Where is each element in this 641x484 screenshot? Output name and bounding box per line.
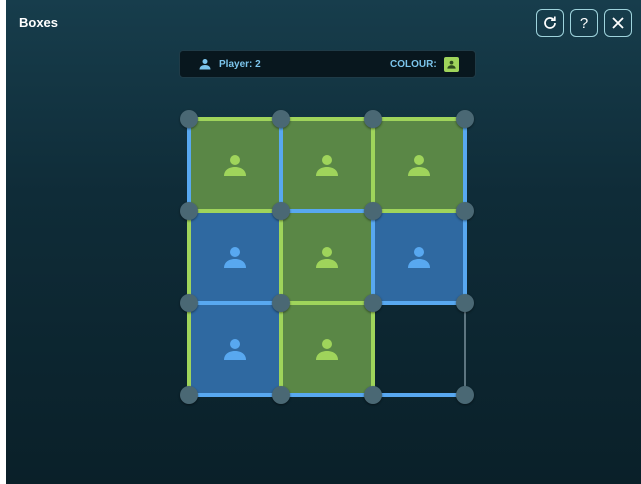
v-edge <box>463 119 467 211</box>
player-2-icon <box>224 155 246 176</box>
grid-dot <box>364 110 382 128</box>
h-edge <box>373 301 465 305</box>
player-icon <box>199 59 211 70</box>
help-button[interactable]: ? <box>570 9 598 37</box>
player-1-icon <box>408 247 430 268</box>
player-1-icon <box>224 339 246 360</box>
h-edge <box>281 393 373 397</box>
h-edge <box>281 209 373 213</box>
grid-dot <box>272 202 290 220</box>
v-edge <box>279 119 283 211</box>
h-edge <box>281 117 373 121</box>
player-2-icon <box>316 247 338 268</box>
refresh-icon <box>544 16 556 29</box>
h-edge <box>373 117 465 121</box>
player-2-icon <box>408 155 430 176</box>
box-player-2 <box>373 119 465 211</box>
box-player-2 <box>189 119 281 211</box>
status-bar: Player: 2 COLOUR: <box>179 50 476 78</box>
h-edge <box>189 393 281 397</box>
grid-dot <box>364 202 382 220</box>
grid-dot <box>272 110 290 128</box>
player-label: Player: 2 <box>219 59 261 70</box>
grid-dot <box>180 294 198 312</box>
close-icon <box>612 17 624 29</box>
v-edge <box>371 303 375 395</box>
player-2-icon <box>316 155 338 176</box>
grid-dot <box>272 386 290 404</box>
app-title: Boxes <box>19 15 59 30</box>
colour-swatch <box>444 57 459 72</box>
close-button[interactable] <box>604 9 632 37</box>
colour-label: COLOUR: <box>390 59 437 70</box>
h-edge <box>373 209 465 213</box>
box-empty <box>373 303 465 395</box>
v-edge <box>463 211 467 303</box>
v-edge <box>187 119 191 211</box>
v-edge <box>187 303 191 395</box>
grid-dot <box>456 110 474 128</box>
v-edge <box>371 211 375 303</box>
v-edge <box>279 303 283 395</box>
h-edge <box>189 209 281 213</box>
grid-dot <box>364 386 382 404</box>
grid-dot <box>456 386 474 404</box>
box-player-1 <box>189 303 281 395</box>
v-edge <box>279 211 283 303</box>
game-window: Boxes ? Player: 2 COLOUR: <box>6 0 641 484</box>
box-player-2 <box>281 119 373 211</box>
restart-button[interactable] <box>536 9 564 37</box>
grid-dot <box>272 294 290 312</box>
box-player-1 <box>189 211 281 303</box>
grid-dot <box>456 294 474 312</box>
box-player-2 <box>281 303 373 395</box>
player-2-icon <box>316 339 338 360</box>
h-edge <box>373 393 465 397</box>
v-edge <box>187 211 191 303</box>
grid-dot <box>364 294 382 312</box>
player-1-icon <box>224 247 246 268</box>
v-edge <box>371 119 375 211</box>
h-edge <box>189 117 281 121</box>
player-colour-icon <box>447 60 456 69</box>
h-edge <box>189 301 281 305</box>
grid-dot <box>456 202 474 220</box>
box-player-2 <box>281 211 373 303</box>
grid-dot <box>180 202 198 220</box>
grid-dot <box>180 110 198 128</box>
help-icon: ? <box>579 14 589 32</box>
box-player-1 <box>373 211 465 303</box>
grid-dot <box>180 386 198 404</box>
v-edge[interactable] <box>464 303 466 395</box>
h-edge <box>281 301 373 305</box>
